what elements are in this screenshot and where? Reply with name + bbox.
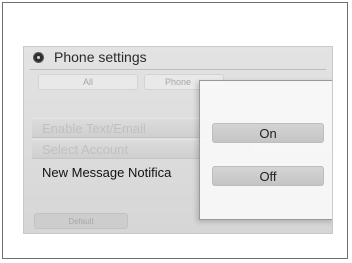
- option-off-button[interactable]: Off: [212, 166, 324, 186]
- option-popup: On Off: [199, 80, 332, 220]
- page-title: Phone settings: [54, 49, 147, 65]
- gear-icon: [34, 53, 43, 62]
- tab-all[interactable]: All: [38, 74, 138, 90]
- title-divider: [30, 69, 326, 70]
- phone-settings-screen: Phone settings All Phone Enable Text/Ema…: [23, 46, 333, 234]
- default-button[interactable]: Default: [34, 213, 128, 229]
- option-on-button[interactable]: On: [212, 123, 324, 143]
- figure-frame: Phone settings All Phone Enable Text/Ema…: [2, 2, 348, 259]
- setting-row-label: Select Account: [42, 141, 128, 157]
- title-bar: Phone settings: [24, 47, 332, 69]
- setting-row-label: Enable Text/Email: [42, 120, 146, 136]
- setting-row-label: New Message Notifica: [42, 164, 172, 180]
